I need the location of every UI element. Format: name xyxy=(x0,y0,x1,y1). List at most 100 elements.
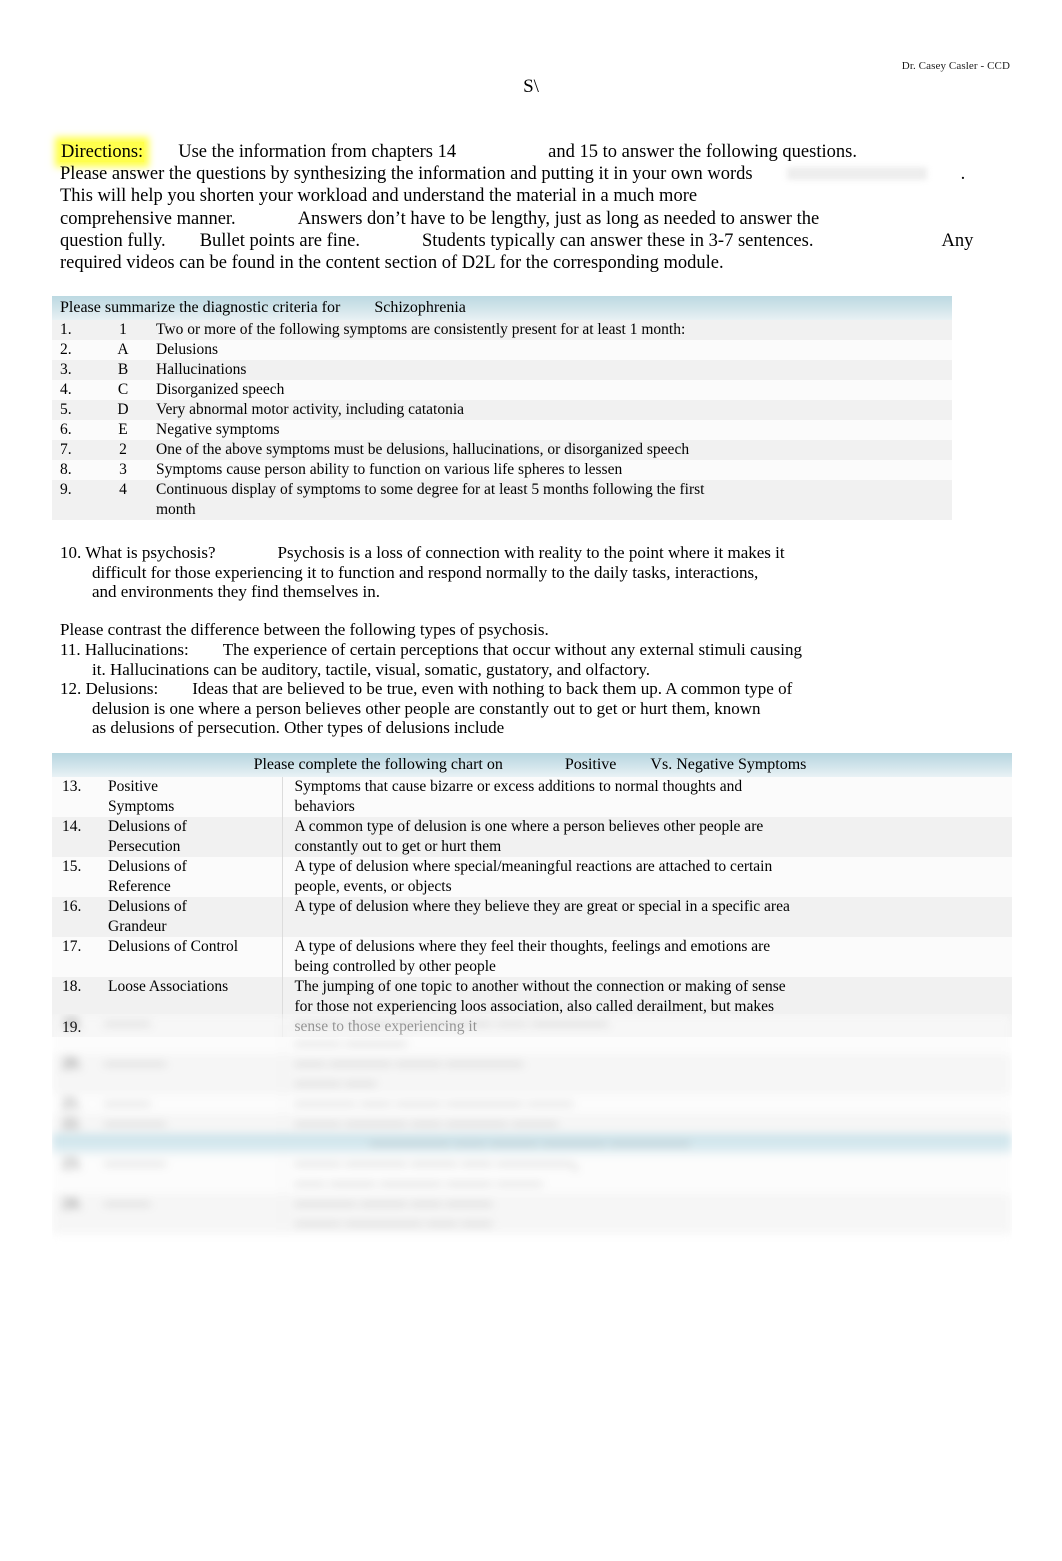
row-term-line1: Delusions of xyxy=(108,858,187,875)
directions-line1-b: and 15 to answer the following questions… xyxy=(548,142,857,162)
table-symptoms-header-b: Positive xyxy=(564,756,617,773)
directions-line1-a: Use the information from chapters 14 xyxy=(178,142,457,162)
row-def-line1: A type of delusion where they believe th… xyxy=(294,898,790,915)
directions-line-4: comprehensive manner. Answers don’t have … xyxy=(60,208,1010,230)
table-criteria-header-a: Please summarize the diagnostic criteria… xyxy=(60,299,341,316)
obscured-content-blur: 19. ——— ——— ——— —— ———— —— ————— ——— ———… xyxy=(52,1014,1012,1234)
table-row: 16. Delusions of Grandeur A type of delu… xyxy=(52,897,1012,937)
directions-line5-b: Bullet points are fine. xyxy=(199,230,360,251)
row-term: ——— xyxy=(104,1015,151,1032)
table-symptoms-header-cell: Please complete the following chart on Po… xyxy=(52,753,1012,777)
q12-line-1: 12. Delusions: Ideas that are believed to… xyxy=(60,679,880,699)
table-row: 7. 2 One of the above symptoms must be d… xyxy=(52,440,953,460)
row-definition: A type of delusion where they believe th… xyxy=(281,897,1012,937)
row-term-line1: Delusions of xyxy=(108,898,187,915)
row-def-line2: for those not experiencing loos associat… xyxy=(294,998,775,1015)
table-symptoms-header-c: Vs. xyxy=(650,756,673,773)
row-def-line1: Symptoms that cause bizarre or excess ad… xyxy=(294,778,743,795)
row-number: 7. xyxy=(60,441,72,458)
row-number: 2. xyxy=(60,341,72,358)
row-sublabel: B xyxy=(117,361,129,378)
q11-line2: it. Hallucinations can be auditory, tact… xyxy=(92,659,651,679)
q11-line1: The experience of certain perceptions th… xyxy=(222,640,802,659)
row-term: ——— xyxy=(104,1195,151,1212)
directions-line5-a: question fully. xyxy=(60,230,166,251)
row-number xyxy=(52,500,94,520)
row-text: Disorganized speech xyxy=(156,381,285,398)
directions-line-3: This will help you shorten your workload… xyxy=(60,186,698,207)
table-row: 1. 1 Two or more of the following sympto… xyxy=(52,320,953,340)
table-schizophrenia-criteria: Please summarize the diagnostic criteria… xyxy=(52,296,953,520)
row-sublabel: 4 xyxy=(119,481,127,498)
row-sublabel: C xyxy=(117,381,129,398)
row-def-line1: —— ———— ——— ————— xyxy=(294,1055,524,1072)
row-text: One of the above symptoms must be delusi… xyxy=(156,441,690,458)
row-text: Very abnormal motor activity, including … xyxy=(156,401,465,418)
row-number: 24. xyxy=(62,1195,82,1212)
table-row: 4. C Disorganized speech xyxy=(52,380,953,400)
row-definition: A type of delusion where special/meaning… xyxy=(281,857,1012,897)
row-term-line1: Loose Associations xyxy=(108,978,229,995)
table-symptoms-header-a: Please complete the following chart on xyxy=(253,756,503,773)
row-text: Hallucinations xyxy=(156,361,247,378)
q12-number: 12. xyxy=(60,679,82,698)
row-number: 4. xyxy=(60,381,72,398)
q11-term: Hallucinations: xyxy=(84,640,189,659)
directions-line5-d: Any xyxy=(941,230,974,251)
row-number: 17. xyxy=(62,938,82,955)
row-text: Symptoms cause person ability to functio… xyxy=(156,461,623,478)
row-def-line2: being controlled by other people xyxy=(294,958,496,975)
obscured-table-header-cell: ————— —— ——— ———— ————— xyxy=(370,1135,690,1152)
row-text: Delusions xyxy=(156,341,218,358)
document-stamp: S\ xyxy=(523,76,539,97)
row-term: Delusions of Control xyxy=(104,937,282,977)
row-term: Delusions of Persecution xyxy=(104,817,282,857)
directions-line2-a: Please answer the questions by synthesiz… xyxy=(60,164,753,185)
row-sublabel xyxy=(94,500,156,520)
table-row: 14. Delusions of Persecution A common ty… xyxy=(52,817,1012,857)
obscured-table-header-row: ————— —— ——— ———— ————— xyxy=(52,1134,1012,1154)
directions-line-5: question fully. Bullet points are fine. St… xyxy=(60,230,1010,252)
row-sublabel: E xyxy=(118,421,128,438)
row-number: 21. xyxy=(62,1095,82,1112)
row-sublabel: A xyxy=(117,341,129,358)
row-sublabel: 1 xyxy=(119,321,127,338)
document-header-author: Dr. Casey Casler - CCD xyxy=(901,60,1010,72)
row-number: 1. xyxy=(60,321,72,338)
q12-line2: delusion is one where a person believes … xyxy=(92,698,761,718)
row-def-line1: ——— ——— —— ———— —— ————— xyxy=(294,1015,609,1032)
question-11-block: 11. Hallucinations: The experience of cer… xyxy=(60,640,880,679)
row-sublabel: 3 xyxy=(119,461,127,478)
row-def-line1: A type of delusion where special/meaning… xyxy=(294,858,773,875)
row-term: Delusions of Grandeur xyxy=(104,897,282,937)
obscured-table-1: 19. ——— ——— ——— —— ———— —— ————— ——— ———… xyxy=(52,1014,1012,1234)
q10-question: What is psychosis? xyxy=(85,543,216,562)
row-def-line2: people, events, or objects xyxy=(294,878,452,895)
row-definition: A type of delusions where they feel thei… xyxy=(281,937,1012,977)
row-definition: ——— ———— —— ———— ——— xyxy=(281,1114,1012,1134)
table-row: 3. B Hallucinations xyxy=(52,360,953,380)
q10-answer-line1: Psychosis is a loss of connection with r… xyxy=(277,543,785,562)
table-row: 2. A Delusions xyxy=(52,340,953,360)
directions-line4-b: Answers don’t have to be lengthy, just a… xyxy=(297,208,820,229)
document-page: Dr. Casey Casler - CCD S\ Directions: Use… xyxy=(0,0,1062,1561)
table-row: 21. ——— ———— —— ——— ————— ——— xyxy=(52,1094,1012,1114)
row-def-line2: constantly out to get or hurt them xyxy=(294,838,502,855)
row-term-line1: Delusions of Control xyxy=(108,938,239,955)
table-row: 20. ———— —— ———— ——— ————— ——— —— xyxy=(52,1054,1012,1094)
row-definition: ——— ——— —— ———— —— ————— ——— ———— xyxy=(281,1014,1012,1054)
row-term-line2: Persecution xyxy=(108,838,181,855)
row-text: Continuous display of symptoms to some d… xyxy=(156,481,705,498)
row-term: Delusions of Reference xyxy=(104,857,282,897)
row-number: 20. xyxy=(62,1055,82,1072)
directions-line-2: Please answer the questions by synthesiz… xyxy=(60,163,1010,185)
row-def-line2: —— ——— ———— ——— ——— xyxy=(294,1175,543,1192)
table-row: 19. ——— ——— ——— —— ———— —— ————— ——— ———… xyxy=(52,1014,1012,1054)
row-definition: —— ———— ——— ————— ——— —— xyxy=(281,1054,1012,1094)
row-term-line1: Delusions of xyxy=(108,818,187,835)
table-row: 13. Positive Symptoms Symptoms that caus… xyxy=(52,777,1012,817)
directions-line4-a: comprehensive manner. xyxy=(60,208,236,229)
row-sublabel: D xyxy=(117,401,129,418)
question-10-block: 10. What is psychosis? Psychosis is a los… xyxy=(60,543,860,602)
row-term-line2: Symptoms xyxy=(108,798,175,815)
